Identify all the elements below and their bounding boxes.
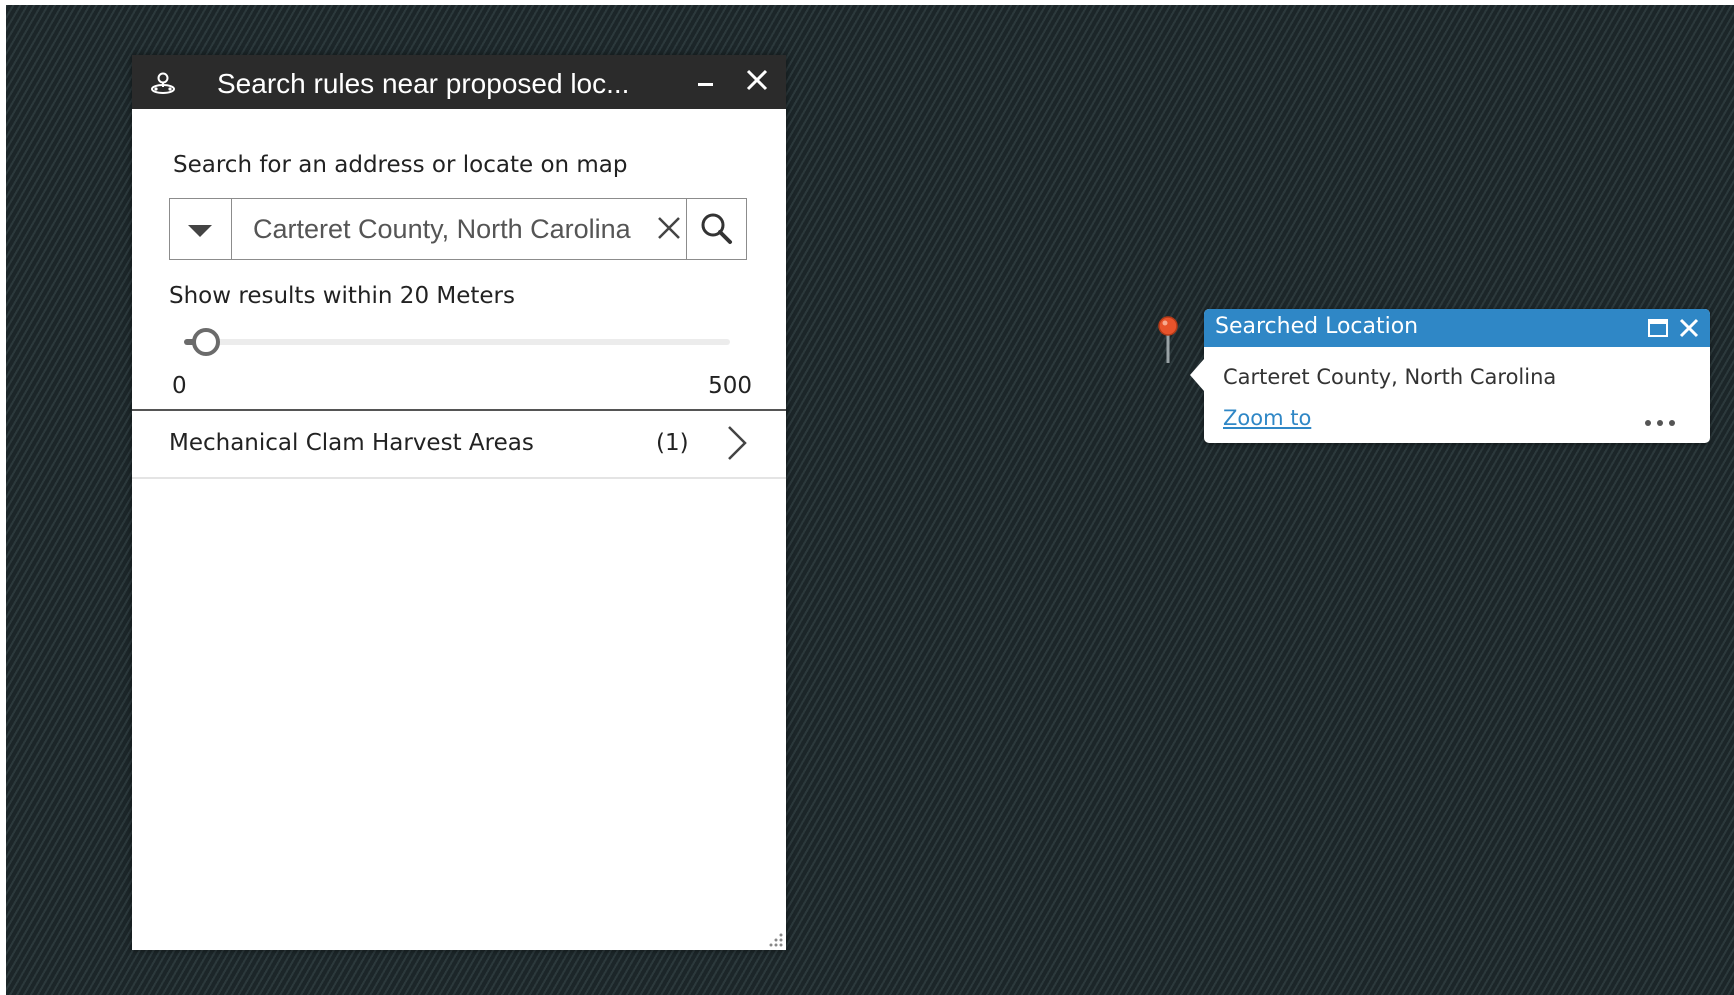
popup-content: Carteret County, North Carolina [1223, 365, 1557, 389]
result-count: (1) [656, 430, 689, 456]
popup-header: Searched Location [1204, 309, 1710, 347]
searched-location-popup: Searched Location Carteret County, North… [1190, 309, 1710, 443]
search-rules-widget: Search rules near proposed loc... Search… [132, 55, 786, 950]
slider-thumb[interactable] [191, 328, 220, 356]
more-icon[interactable] [1642, 417, 1678, 429]
chevron-right-icon[interactable] [726, 424, 748, 462]
slider-min-label: 0 [172, 373, 187, 399]
distance-label: Show results within 20 Meters [169, 283, 515, 309]
result-layer-name: Mechanical Clam Harvest Areas [169, 430, 534, 456]
clear-icon[interactable] [652, 211, 686, 245]
search-input[interactable] [232, 199, 652, 259]
search-source-dropdown[interactable] [170, 199, 232, 259]
slider-max-label: 500 [708, 373, 752, 399]
popup-pointer [1190, 359, 1204, 391]
slider-track[interactable] [184, 339, 730, 345]
distance-slider[interactable] [184, 327, 730, 357]
caret-down-icon [188, 225, 212, 237]
search-label: Search for an address or locate on map [173, 152, 628, 178]
close-icon[interactable] [1676, 315, 1702, 341]
search-box [169, 198, 747, 260]
close-icon[interactable] [742, 65, 772, 95]
popup-title: Searched Location [1215, 314, 1419, 339]
resize-handle-icon[interactable] [766, 930, 784, 948]
search-icon [701, 213, 732, 244]
location-search-icon [151, 72, 175, 94]
minimize-icon[interactable] [693, 69, 719, 95]
result-item[interactable]: Mechanical Clam Harvest Areas (1) [132, 411, 786, 479]
map-view[interactable]: Search rules near proposed loc... Search… [6, 5, 1734, 995]
widget-title: Search rules near proposed loc... [217, 68, 630, 99]
search-button[interactable] [686, 199, 747, 259]
widget-header: Search rules near proposed loc... [132, 55, 786, 109]
maximize-icon[interactable] [1647, 318, 1669, 338]
zoom-to-link[interactable]: Zoom to [1223, 406, 1311, 430]
location-pin-icon[interactable] [1156, 315, 1180, 367]
